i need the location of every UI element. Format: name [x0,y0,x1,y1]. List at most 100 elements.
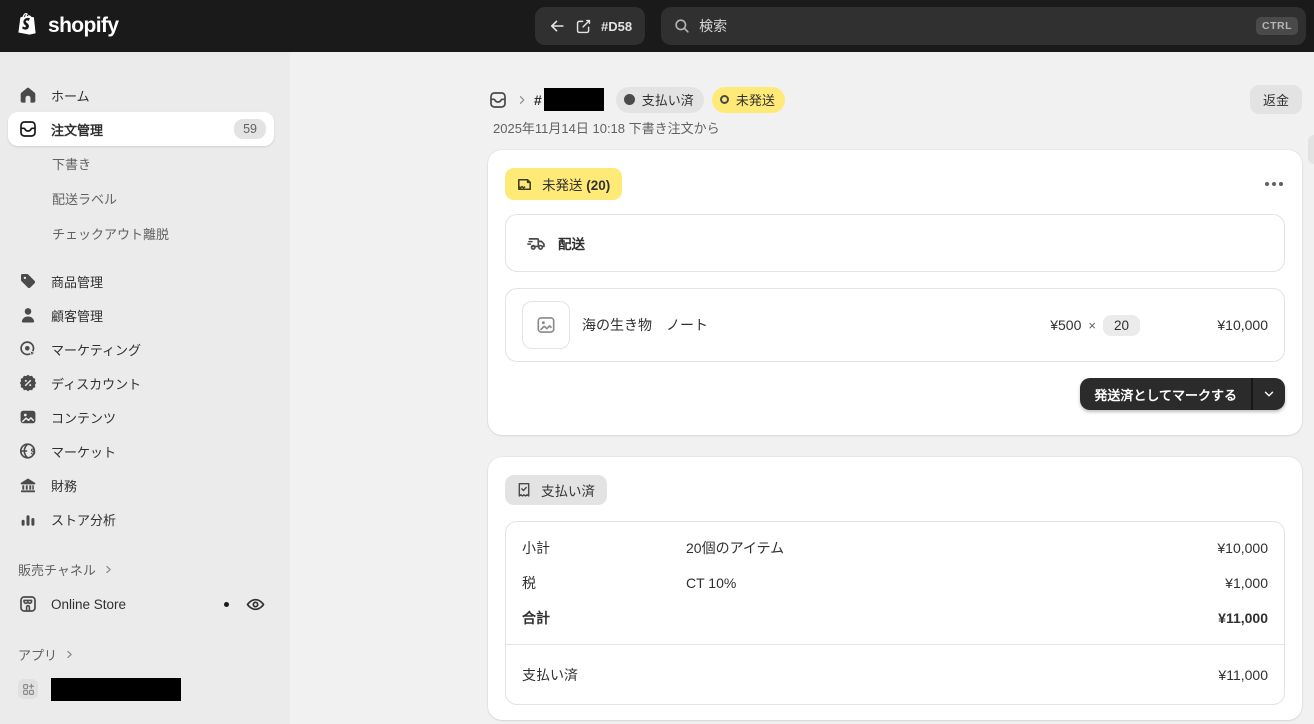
orders-count-badge: 59 [234,119,266,139]
customers-icon [18,305,38,325]
app-name-redacted [51,677,181,701]
order-number-redacted [543,88,604,111]
sidebar-item-label: マーケティング [51,342,141,358]
unfulfilled-status-badge: 未発送 [711,86,785,113]
receipt-check-icon [515,481,533,499]
finance-bank-icon [18,475,38,495]
subtotal-detail: 20個のアイテム [686,539,785,556]
draft-edit-icon [575,18,592,35]
shopify-logo[interactable]: shopify [16,12,535,40]
search-input[interactable]: 検索 CTRL [661,7,1306,45]
subtotal-row: 小計 20個のアイテム ¥10,000 [506,530,1284,565]
paid-row: 支払い済 ¥11,000 [506,645,1284,704]
unit-price: ¥500 [1050,317,1082,333]
topbar: shopify #D58 検索 CTRL [0,0,1314,52]
breadcrumb-chevron-icon [516,94,528,106]
sidebar-subitem-label: 下書き [52,157,92,172]
sales-channels-header[interactable]: 販売チャネル [8,560,274,579]
mark-fulfilled-split-button: 発送済としてマークする [1080,378,1285,410]
sales-channels-label: 販売チャネル [18,563,96,578]
content-image-icon [18,407,38,427]
shipping-method-label: 配送 [558,237,585,252]
sidebar-item-analytics[interactable]: ストア分析 [8,502,274,536]
sidebar-item-label: マーケット [51,444,117,460]
sidebar-item-products[interactable]: 商品管理 [8,264,274,298]
orders-breadcrumb-icon[interactable] [488,90,508,110]
paid-card-badge: 支払い済 [505,475,607,505]
sidebar-item-app[interactable] [8,672,274,706]
line-item-row: 海の生き物 ノート ¥500 × 20 ¥10,000 [505,288,1285,362]
sidebar-item-online-store[interactable]: Online Store [8,587,274,621]
sidebar-item-label: 注文管理 [51,122,104,138]
sidebar-item-label: 顧客管理 [51,308,104,324]
payment-card: 支払い済 小計 20個のアイテム ¥10,000 税 CT 10% ¥1,000 [488,457,1302,720]
paid-label: 支払い済 [522,666,578,683]
sidebar-subitem-label: チェックアウト離脱 [52,227,170,242]
multiply-sign: × [1088,317,1096,333]
unfulfilled-card-badge: 未発送 (20) [505,168,623,200]
sidebar-item-label: 財務 [51,478,78,494]
more-actions-button-partial[interactable] [1308,135,1314,164]
view-store-eye-icon[interactable] [245,594,266,615]
mark-fulfilled-dropdown-button[interactable] [1251,378,1285,410]
paid-status-badge: 支払い済 [615,86,704,113]
online-store-status-dot [224,601,229,607]
product-name[interactable]: 海の生き物 ノート [582,315,708,335]
sidebar-item-orders[interactable]: 注文管理 59 [8,112,274,146]
shopify-admin: shopify #D58 検索 CTRL ホーム 注文管理 59 下書き 配送ラ… [0,0,1314,724]
total-label: 合計 [522,609,550,626]
back-arrow-icon[interactable] [548,17,566,35]
orders-icon [18,119,38,139]
paid-amount: ¥11,000 [1218,666,1268,683]
tax-label: 税 [522,574,536,591]
quantity-pill: 20 [1102,314,1140,336]
sidebar-item-finance[interactable]: 財務 [8,468,274,502]
mark-fulfilled-button[interactable]: 発送済としてマークする [1080,378,1251,410]
sidebar-subitem-label: 配送ラベル [52,192,118,207]
unfulfilled-card-badge-label: 未発送 (20) [542,178,611,193]
discount-seal-icon [18,373,38,393]
products-tag-icon [18,271,38,291]
apps-label: アプリ [18,648,58,663]
home-icon [18,85,38,105]
chevron-right-icon [103,564,114,575]
sidebar-item-label: 商品管理 [51,274,104,290]
sidebar-item-label: ホーム [51,88,90,104]
fulfillment-card: 未発送 (20) 配送 海の生き物 ノート ¥500 × 20 ¥10,000 … [488,150,1302,435]
total-row: 合計 ¥11,000 [506,600,1284,635]
sidebar-item-content[interactable]: コンテンツ [8,400,274,434]
sidebar-item-home[interactable]: ホーム [8,78,274,112]
tax-row: 税 CT 10% ¥1,000 [506,565,1284,600]
order-date-line: 2025年11月14日 10:18 下書き注文から [493,121,720,136]
order-reference: #D58 [601,18,633,34]
chevron-right-icon [64,649,75,660]
search-icon [673,17,691,35]
online-store-label: Online Store [51,596,127,612]
paid-status-label: 支払い済 [641,93,694,108]
card-menu-button[interactable] [1263,176,1285,192]
sidebar-item-label: ストア分析 [51,512,117,528]
sidebar-item-drafts[interactable]: 下書き [8,146,274,181]
sidebar-item-marketing[interactable]: マーケティング [8,332,274,366]
sidebar-item-customers[interactable]: 顧客管理 [8,298,274,332]
order-detail-page: # 支払い済 未発送 返金 2025年11月14日 10:18 下書き注文から [290,52,1314,724]
payment-summary-box: 小計 20個のアイテム ¥10,000 税 CT 10% ¥1,000 合計 ¥… [505,521,1285,705]
current-order-pill[interactable]: #D58 [535,7,646,45]
paid-card-badge-label: 支払い済 [541,484,595,499]
subtotal-amount: ¥10,000 [1217,539,1268,556]
sidebar-item-shipping-labels[interactable]: 配送ラベル [8,181,274,216]
sidebar-item-abandoned-checkouts[interactable]: チェックアウト離脱 [8,216,274,251]
sidebar-item-discounts[interactable]: ディスカウント [8,366,274,400]
product-thumbnail [522,301,570,349]
shopify-wordmark: shopify [48,14,119,37]
refund-button[interactable]: 返金 [1249,85,1302,114]
sidebar-item-label: コンテンツ [51,410,117,426]
tax-amount: ¥1,000 [1225,574,1268,591]
apps-header[interactable]: アプリ [8,645,274,664]
total-amount: ¥11,000 [1218,609,1268,626]
sidebar-item-markets[interactable]: $ マーケット [8,434,274,468]
order-number: # [534,88,604,111]
tax-detail: CT 10% [686,574,737,591]
order-number-prefix: # [534,91,542,108]
package-icon [515,175,534,194]
